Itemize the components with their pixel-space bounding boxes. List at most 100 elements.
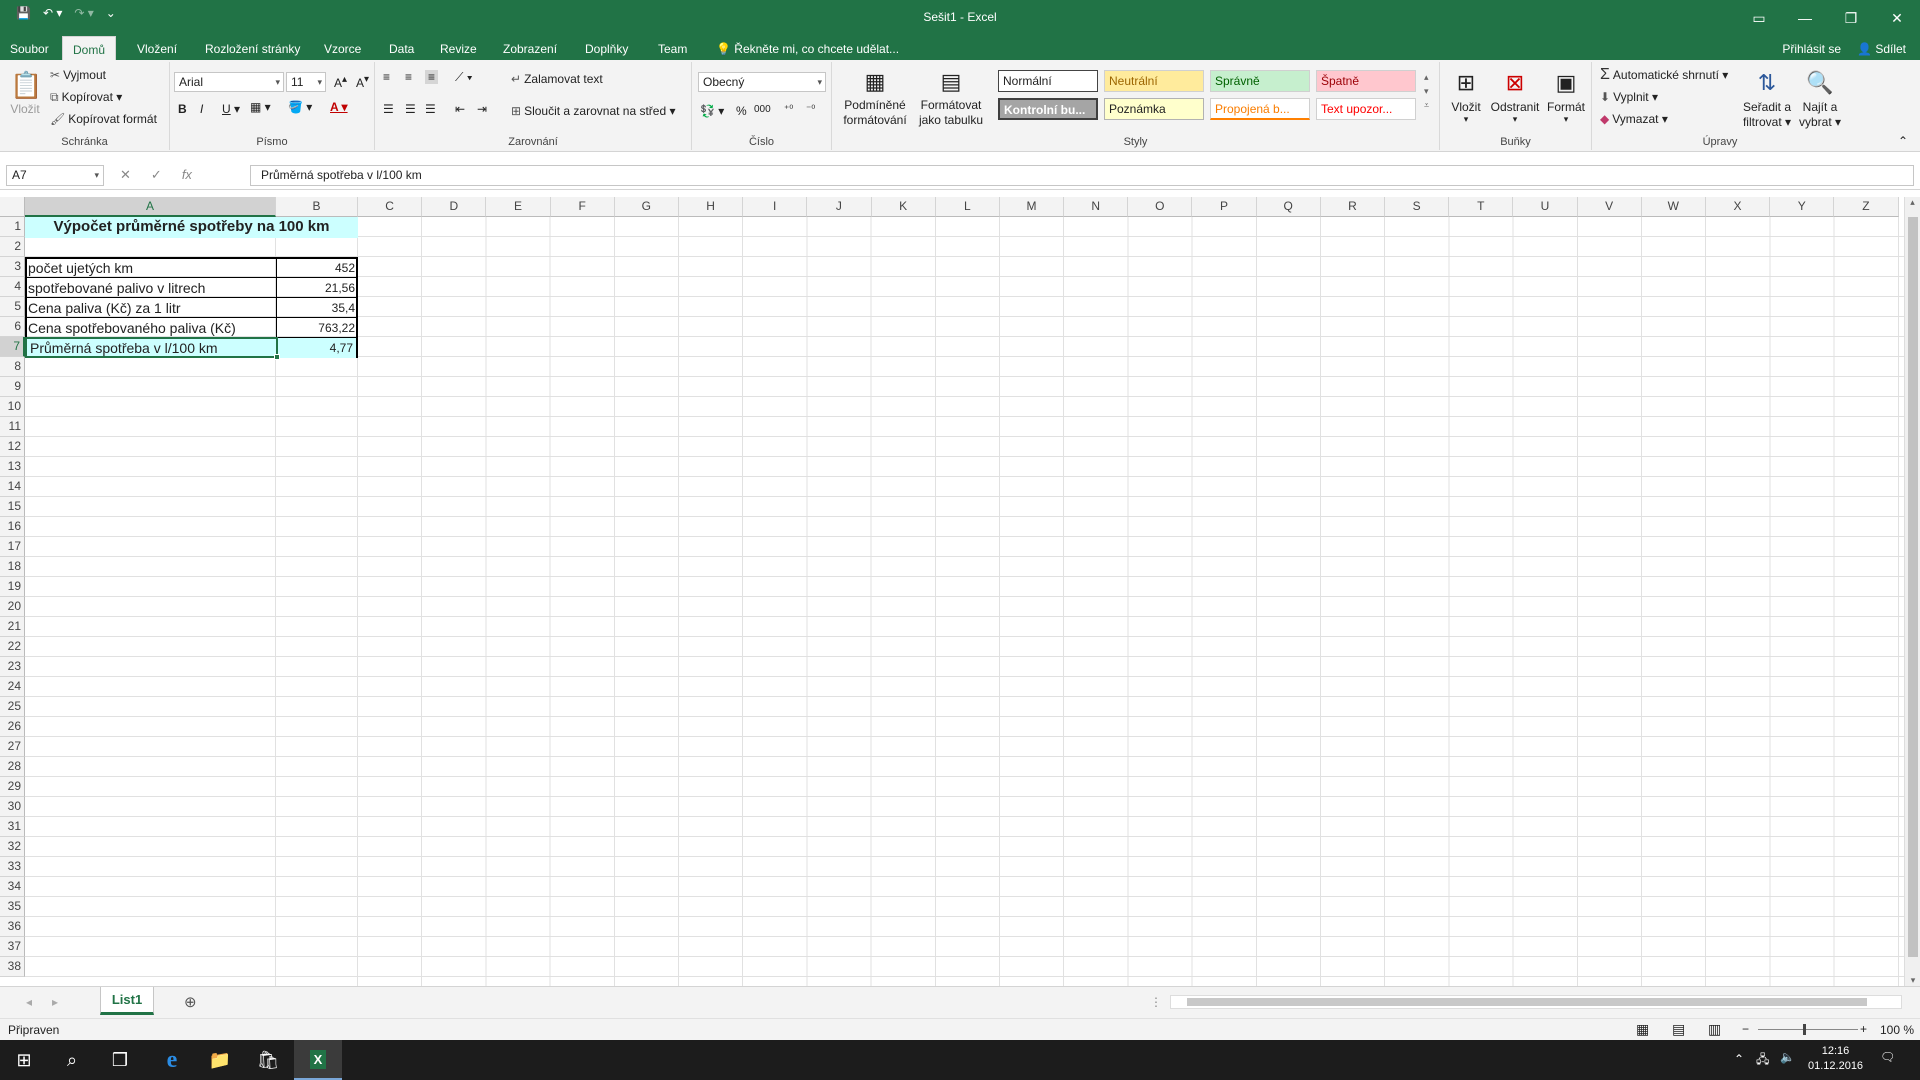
label-cell[interactable]: počet ujetých km <box>25 258 275 278</box>
row-header-19[interactable]: 19 <box>0 577 25 597</box>
row-header-29[interactable]: 29 <box>0 777 25 797</box>
column-header-r[interactable]: R <box>1320 197 1385 217</box>
column-header-w[interactable]: W <box>1641 197 1706 217</box>
align-middle-icon[interactable]: ≡ <box>405 70 412 84</box>
copy-button[interactable]: ⧉ Kopírovat ▾ <box>50 90 122 105</box>
excel-taskbar-icon[interactable]: X <box>294 1040 342 1080</box>
row-header-26[interactable]: 26 <box>0 717 25 737</box>
increase-indent-icon[interactable]: ⇥ <box>477 102 487 116</box>
decrease-decimal-icon[interactable]: ⁻⁰ <box>806 104 815 115</box>
tab-insert[interactable]: Vložení <box>127 36 187 62</box>
column-header-i[interactable]: I <box>743 197 808 217</box>
row-header-9[interactable]: 9 <box>0 377 25 397</box>
insert-function-icon[interactable]: fx <box>182 167 192 183</box>
normal-view-icon[interactable]: ▦ <box>1636 1021 1649 1038</box>
edge-icon[interactable]: e <box>148 1040 196 1080</box>
column-header-s[interactable]: S <box>1385 197 1450 217</box>
value-cell[interactable]: 763,22 <box>277 318 358 338</box>
row-header-15[interactable]: 15 <box>0 497 25 517</box>
zoom-slider-thumb[interactable] <box>1803 1024 1806 1035</box>
horizontal-scroll-thumb[interactable] <box>1187 998 1867 1006</box>
font-name-combo[interactable]: Arial <box>174 72 284 92</box>
row-header-34[interactable]: 34 <box>0 877 25 897</box>
zoom-level[interactable]: 100 % <box>1880 1023 1914 1037</box>
align-right-icon[interactable]: ☰ <box>425 102 436 116</box>
column-header-v[interactable]: V <box>1577 197 1642 217</box>
clear-button[interactable]: ◆ Vymazat ▾ <box>1600 112 1668 126</box>
autosum-button[interactable]: Σ Automatické shrnutí ▾ <box>1600 66 1728 84</box>
tray-chevron-icon[interactable]: ⌃ <box>1734 1052 1744 1066</box>
row-header-20[interactable]: 20 <box>0 597 25 617</box>
share-button[interactable]: 👤 Sdílet <box>1857 36 1906 62</box>
shrink-font-icon[interactable]: A▾ <box>356 74 369 90</box>
tab-review[interactable]: Revize <box>430 36 487 62</box>
insert-cells-button[interactable]: ⊞ Vložit ▾ <box>1446 66 1486 125</box>
row-header-25[interactable]: 25 <box>0 697 25 717</box>
row-header-36[interactable]: 36 <box>0 917 25 937</box>
orientation-icon[interactable]: ⟋ ▾ <box>455 70 473 85</box>
row-header-37[interactable]: 37 <box>0 937 25 957</box>
next-sheet-icon[interactable]: ▸ <box>52 995 58 1009</box>
name-box[interactable]: A7 <box>6 165 104 186</box>
row-header-17[interactable]: 17 <box>0 537 25 557</box>
label-cell[interactable]: Cena spotřebovaného paliva (Kč) <box>25 318 275 338</box>
column-header-b[interactable]: B <box>276 197 358 217</box>
row-header-21[interactable]: 21 <box>0 617 25 637</box>
column-header-g[interactable]: G <box>614 197 679 217</box>
tab-addins[interactable]: Doplňky <box>575 36 638 62</box>
row-header-6[interactable]: 6 <box>0 317 25 337</box>
select-all-corner[interactable] <box>0 197 25 217</box>
tab-view[interactable]: Zobrazení <box>493 36 567 62</box>
row-header-24[interactable]: 24 <box>0 677 25 697</box>
row-header-32[interactable]: 32 <box>0 837 25 857</box>
row-header-2[interactable]: 2 <box>0 237 25 257</box>
font-size-combo[interactable]: 11 <box>286 72 326 92</box>
column-header-e[interactable]: E <box>486 197 551 217</box>
format-as-table-button[interactable]: ▤ Formátovat jako tabulku <box>914 66 988 128</box>
row-header-5[interactable]: 5 <box>0 297 25 317</box>
column-header-y[interactable]: Y <box>1770 197 1835 217</box>
column-header-u[interactable]: U <box>1513 197 1578 217</box>
row-header-3[interactable]: 3 <box>0 257 25 277</box>
tab-home[interactable]: Domů <box>62 36 117 62</box>
align-top-icon[interactable]: ≡ <box>383 70 390 84</box>
cells-area[interactable]: Výpočet průměrné spotřeby na 100 km poče… <box>25 217 1904 986</box>
row-header-31[interactable]: 31 <box>0 817 25 837</box>
styles-scroll-icon[interactable]: ▴ ▾ ⩡ <box>1424 70 1429 112</box>
value-cell[interactable]: 452 <box>277 258 358 278</box>
row-header-16[interactable]: 16 <box>0 517 25 537</box>
sheet-tab-list1[interactable]: List1 <box>100 987 154 1015</box>
align-left-icon[interactable]: ☰ <box>383 102 394 116</box>
fill-button[interactable]: ⬇ Vyplnit ▾ <box>1600 90 1658 104</box>
percent-icon[interactable]: % <box>736 104 747 118</box>
add-sheet-icon[interactable]: ⊕ <box>184 993 197 1011</box>
style-good[interactable]: Správně <box>1210 70 1310 92</box>
prev-sheet-icon[interactable]: ◂ <box>26 995 32 1009</box>
restore-icon[interactable]: ❐ <box>1828 0 1874 36</box>
wrap-text-button[interactable]: ↵ Zalamovat text <box>511 72 603 86</box>
tab-formulas[interactable]: Vzorce <box>314 36 371 62</box>
row-header-22[interactable]: 22 <box>0 637 25 657</box>
style-note[interactable]: Poznámka <box>1104 98 1204 120</box>
row-header-4[interactable]: 4 <box>0 277 25 297</box>
task-view-icon[interactable]: ❒ <box>96 1040 144 1080</box>
style-normal[interactable]: Normální <box>998 70 1098 92</box>
font-color-icon[interactable]: A ▾ <box>330 100 348 114</box>
column-header-f[interactable]: F <box>550 197 615 217</box>
row-header-13[interactable]: 13 <box>0 457 25 477</box>
row-header-27[interactable]: 27 <box>0 737 25 757</box>
sort-filter-button[interactable]: ⇅ Seřadit a filtrovat ▾ <box>1742 66 1792 130</box>
scroll-down-icon[interactable]: ▾ <box>1905 975 1920 986</box>
column-header-d[interactable]: D <box>422 197 487 217</box>
tab-file[interactable]: Soubor <box>0 36 59 62</box>
row-header-11[interactable]: 11 <box>0 417 25 437</box>
column-header-p[interactable]: P <box>1192 197 1257 217</box>
italic-button[interactable]: I <box>200 102 203 116</box>
style-check-cell[interactable]: Kontrolní bu... <box>998 98 1098 120</box>
scroll-up-icon[interactable]: ▴ <box>1905 197 1920 208</box>
decrease-indent-icon[interactable]: ⇤ <box>455 102 465 116</box>
row-header-23[interactable]: 23 <box>0 657 25 677</box>
column-header-h[interactable]: H <box>678 197 744 217</box>
number-format-combo[interactable]: Obecný <box>698 72 826 92</box>
horizontal-scrollbar[interactable] <box>1170 995 1902 1009</box>
